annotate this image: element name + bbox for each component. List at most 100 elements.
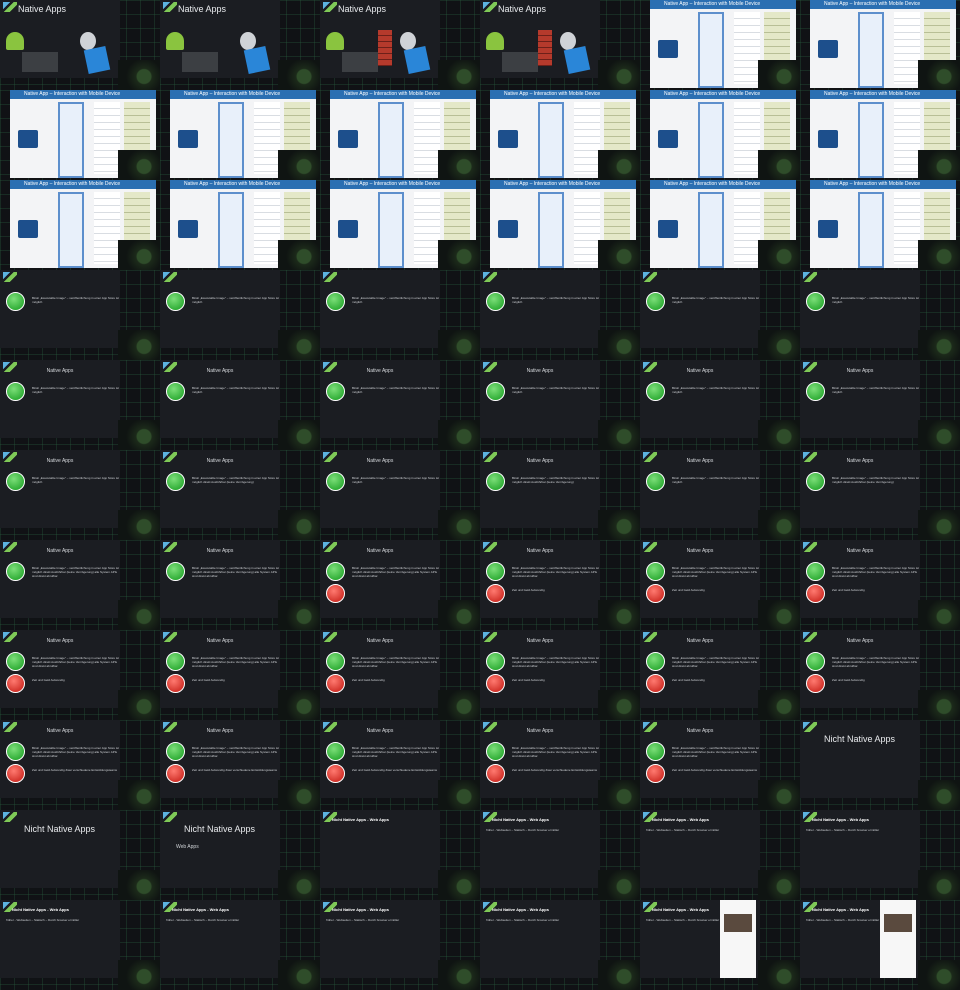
check-icon — [166, 652, 185, 671]
frame-thumbnail[interactable]: Native App – Interaction with Mobile Dev… — [640, 90, 800, 180]
frame-thumbnail[interactable]: Native Apps Binär „Executable Image" – ve… — [640, 450, 800, 540]
speaker-camera-inset — [918, 960, 960, 990]
screenshot-photo — [884, 914, 912, 932]
frame-thumbnail[interactable]: Native Apps Binär „Executable Image" – ve… — [800, 360, 960, 450]
frame-thumbnail[interactable]: Nicht Native Apps - Web Apps früher - Web… — [320, 900, 480, 990]
cross-icon — [646, 674, 665, 693]
frame-thumbnail[interactable]: Native Apps Binär „Executable Image" – ve… — [0, 540, 160, 630]
frame-thumbnail[interactable]: Native Apps Binär „Executable Image" – ve… — [640, 720, 800, 810]
frame-thumbnail[interactable]: Native Apps Binär „Executable Image" – ve… — [0, 360, 160, 450]
frame-thumbnail[interactable]: Native App – Interaction with Mobile Dev… — [0, 180, 160, 270]
frame-thumbnail[interactable]: Nicht Native Apps - Web Apps früher - Web… — [800, 900, 960, 990]
frame-thumbnail[interactable]: Native Apps Binär „Executable Image" – ve… — [800, 450, 960, 540]
frame-thumbnail[interactable]: Native App – Interaction with Mobile Dev… — [800, 0, 960, 90]
pros-text: Binär „Executable Image" – veröffentlich… — [32, 296, 119, 304]
frame-thumbnail[interactable]: Nicht Native Apps - Web Apps früher - Web… — [640, 810, 800, 900]
frame-thumbnail[interactable]: Native App – Interaction with Mobile Dev… — [800, 90, 960, 180]
frame-thumbnail[interactable]: Binär „Executable Image" – veröffentlich… — [640, 270, 800, 360]
slide: Binär „Executable Image" – veröffentlich… — [320, 270, 440, 348]
frame-thumbnail[interactable]: Nicht Native Apps - Web Apps früher - Web… — [640, 900, 800, 990]
speaker-camera-inset — [438, 870, 480, 900]
frame-thumbnail[interactable]: Native Apps Binär „Executable Image" – ve… — [480, 360, 640, 450]
frame-thumbnail[interactable]: Nicht Native Apps - Web Apps früher - Web… — [160, 900, 320, 990]
website-screenshot — [880, 900, 916, 978]
frame-thumbnail[interactable]: Native App – Interaction with Mobile Dev… — [320, 180, 480, 270]
frame-thumbnail[interactable]: Native App – Interaction with Mobile Dev… — [800, 180, 960, 270]
frame-thumbnail[interactable]: Native Apps Binär „Executable Image" – ve… — [320, 450, 480, 540]
frame-thumbnail[interactable]: Native Apps Binär „Executable Image" – ve… — [480, 450, 640, 540]
speaker-camera-inset — [438, 330, 480, 360]
cross-icon — [166, 764, 185, 783]
frame-thumbnail[interactable]: Nicht Native Apps — [800, 720, 960, 810]
frame-thumbnail[interactable]: Native Apps Binär „Executable Image" – ve… — [480, 720, 640, 810]
frame-thumbnail[interactable]: Native Apps Binär „Executable Image" – ve… — [160, 630, 320, 720]
frame-thumbnail[interactable]: Binär „Executable Image" – veröffentlich… — [320, 270, 480, 360]
frame-thumbnail[interactable]: Native Apps Binär „Executable Image" – ve… — [160, 540, 320, 630]
frame-thumbnail[interactable]: Native Apps Binär „Executable Image" – ve… — [160, 720, 320, 810]
frame-thumbnail[interactable]: Binär „Executable Image" – veröffentlich… — [800, 270, 960, 360]
frame-thumbnail[interactable]: Nicht Native Apps - Web Apps früher - Web… — [480, 810, 640, 900]
frame-thumbnail[interactable]: Native Apps Binär „Executable Image" – ve… — [320, 540, 480, 630]
frame-thumbnail[interactable]: Native App – Interaction with Mobile Dev… — [640, 0, 800, 90]
frame-thumbnail[interactable]: Binär „Executable Image" – veröffentlich… — [0, 270, 160, 360]
check-icon — [326, 652, 345, 671]
frame-thumbnail[interactable]: Native App – Interaction with Mobile Dev… — [480, 90, 640, 180]
check-icon — [486, 472, 505, 491]
frame-thumbnail[interactable]: Binär „Executable Image" – veröffentlich… — [480, 270, 640, 360]
frame-thumbnail[interactable]: Native App – Interaction with Mobile Dev… — [160, 90, 320, 180]
frame-thumbnail[interactable]: Native Apps Binär „Executable Image" – ve… — [320, 360, 480, 450]
check-icon — [806, 652, 825, 671]
frame-thumbnail[interactable]: Nicht Native Apps — [0, 810, 160, 900]
check-icon — [646, 742, 665, 761]
slide-title: Native App – Interaction with Mobile Dev… — [10, 90, 156, 99]
frame-thumbnail[interactable]: Native Apps Binär „Executable Image" – ve… — [480, 540, 640, 630]
check-icon — [646, 562, 665, 581]
frame-thumbnail[interactable]: Nicht Native Apps - Web Apps — [320, 810, 480, 900]
slide: Nicht Native Apps - Web Apps früher - Web… — [640, 810, 760, 888]
bullet-list: früher - Webseiten – Statisch – Durch br… — [646, 918, 720, 922]
slide: Nicht Native Apps — [0, 810, 120, 888]
frame-thumbnail[interactable]: Nicht Native Apps - Web Apps früher - Web… — [800, 810, 960, 900]
frame-thumbnail[interactable]: Native Apps Binär „Executable Image" – ve… — [640, 360, 800, 450]
frame-thumbnail[interactable]: Native App – Interaction with Mobile Dev… — [320, 90, 480, 180]
pros-text: Binär „Executable Image" – veröffentlich… — [32, 656, 119, 668]
frame-thumbnail[interactable]: Native Apps Binär „Executable Image" – ve… — [0, 720, 160, 810]
native-app-box — [338, 130, 358, 148]
frame-thumbnail[interactable]: Native Apps Binär „Executable Image" – ve… — [800, 630, 960, 720]
frame-thumbnail[interactable]: Native Apps Binär „Executable Image" – ve… — [320, 720, 480, 810]
frame-thumbnail[interactable]: Native App – Interaction with Mobile Dev… — [160, 180, 320, 270]
frame-thumbnail[interactable]: Native App – Interaction with Mobile Dev… — [480, 180, 640, 270]
slide-title: Nicht Native Apps - Web Apps — [652, 817, 709, 822]
native-app-box — [818, 40, 838, 58]
slide-title: Nicht Native Apps - Web Apps — [332, 907, 389, 912]
native-app-box — [18, 220, 38, 238]
frame-thumbnail[interactable]: Native Apps Binär „Executable Image" – ve… — [160, 360, 320, 450]
frame-thumbnail[interactable]: Native Apps Binär „Executable Image" – ve… — [640, 540, 800, 630]
frame-thumbnail[interactable]: Native App – Interaction with Mobile Dev… — [640, 180, 800, 270]
frame-thumbnail[interactable]: Native Apps — [320, 0, 480, 90]
frame-thumbnail[interactable]: Native Apps Binär „Executable Image" – ve… — [800, 540, 960, 630]
check-icon — [646, 292, 665, 311]
frame-thumbnail[interactable]: Native Apps — [480, 0, 640, 90]
frame-thumbnail[interactable]: Native Apps — [160, 0, 320, 90]
frame-thumbnail[interactable]: Nicht Native Apps - Web Apps früher - Web… — [0, 900, 160, 990]
frame-thumbnail[interactable]: Native Apps Binär „Executable Image" – ve… — [320, 630, 480, 720]
frame-thumbnail[interactable]: Native Apps Binär „Executable Image" – ve… — [480, 630, 640, 720]
frame-thumbnail[interactable]: Native Apps Binär „Executable Image" – ve… — [0, 630, 160, 720]
frame-thumbnail[interactable]: Native App – Interaction with Mobile Dev… — [0, 90, 160, 180]
check-icon — [486, 382, 505, 401]
frame-thumbnail[interactable]: Native Apps — [0, 0, 160, 90]
frame-thumbnail[interactable]: Native Apps Binär „Executable Image" – ve… — [0, 450, 160, 540]
frame-thumbnail[interactable]: Native Apps Binär „Executable Image" – ve… — [640, 630, 800, 720]
frame-thumbnail[interactable]: Binär „Executable Image" – veröffentlich… — [160, 270, 320, 360]
frame-thumbnail[interactable]: Native Apps Binär „Executable Image" – ve… — [160, 450, 320, 540]
speaker-camera-inset — [598, 60, 640, 90]
frame-thumbnail[interactable]: Nicht Native Apps Web Apps — [160, 810, 320, 900]
slide: Native Apps Binär „Executable Image" – ve… — [0, 720, 120, 798]
android-icon — [6, 32, 24, 50]
slide-title: Native Apps — [46, 728, 74, 734]
frame-thumbnail[interactable]: Nicht Native Apps - Web Apps früher - Web… — [480, 900, 640, 990]
native-app-box — [818, 130, 838, 148]
speaker-camera-inset — [438, 780, 480, 810]
pros-text: Binär „Executable Image" – veröffentlich… — [832, 656, 919, 668]
